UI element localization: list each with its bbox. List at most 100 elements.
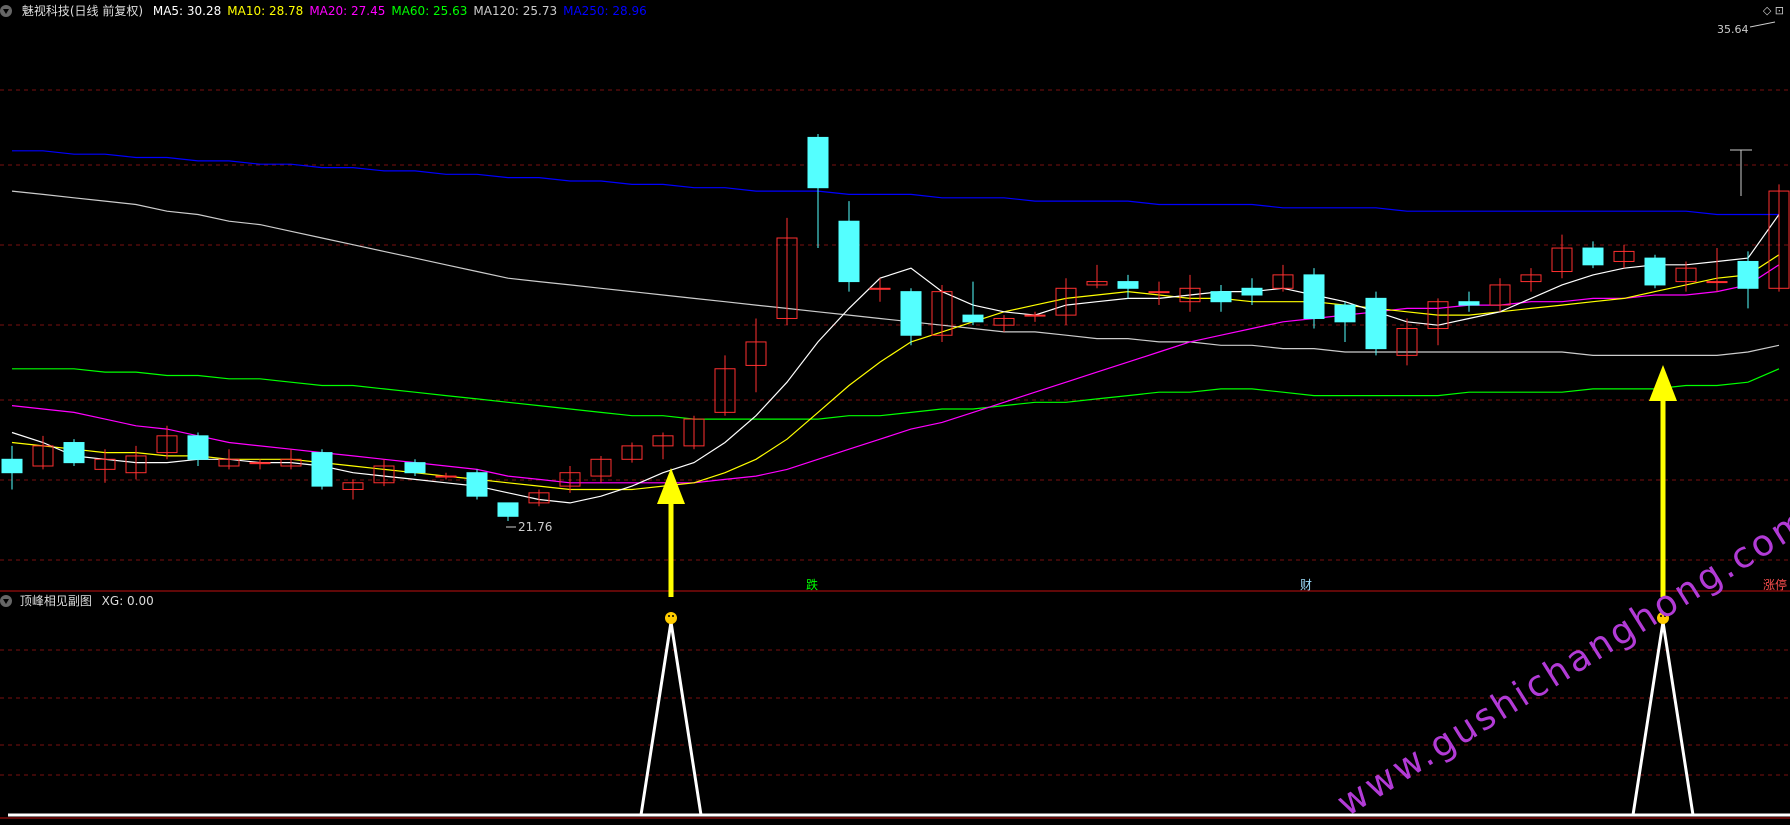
corner-icons[interactable]: ◇ ⊡ [1763, 4, 1784, 17]
candle-body [1706, 281, 1728, 284]
candle [1117, 274, 1139, 299]
sub-legend: 顶峰相见副图 XG: 0.00 [0, 592, 154, 609]
candle [931, 284, 953, 342]
candle [63, 439, 85, 466]
candle [1644, 254, 1666, 289]
candle-body [900, 291, 922, 336]
candle [1365, 291, 1387, 356]
stock-title: 魅视科技(日线 前复权) [21, 4, 144, 18]
candle [869, 278, 891, 302]
candle-body [404, 462, 426, 474]
candle-body [466, 472, 488, 497]
candle [590, 455, 612, 483]
candle-body [1148, 291, 1170, 294]
candle [683, 415, 705, 450]
signal-spike [1631, 621, 1695, 816]
candle [1, 445, 23, 490]
candle-body [1, 458, 23, 474]
candle [1706, 248, 1728, 292]
candle [1613, 244, 1635, 269]
marker-zhangting: 涨停 [1763, 578, 1788, 592]
candle [1427, 298, 1449, 346]
candle-body [249, 462, 271, 465]
ma20-line [11, 264, 1780, 484]
candle-body [1334, 304, 1356, 323]
candle-body [1644, 257, 1666, 286]
candle [1737, 251, 1759, 309]
candle-body [1365, 297, 1387, 350]
marker-die: 跌 [806, 578, 819, 592]
candle [342, 479, 364, 500]
candle-body [1458, 301, 1480, 306]
candle [1551, 234, 1573, 279]
candle [745, 318, 767, 393]
ma250-line [12, 150, 1779, 216]
sub-collapse-toggle-icon[interactable] [0, 595, 12, 607]
candle [900, 288, 922, 346]
ma-legend-item: MA250: 28.96 [563, 4, 647, 18]
candle [621, 442, 643, 463]
ma60-line [12, 368, 1780, 420]
ma10-line [11, 254, 1780, 491]
candle [218, 449, 240, 470]
candle [466, 469, 488, 500]
ma-legend-item: MA10: 28.78 [227, 4, 304, 18]
candle [1768, 184, 1790, 292]
candle-body [311, 452, 333, 487]
candle [1086, 264, 1108, 289]
ma-legend-item: MA120: 25.73 [473, 4, 558, 18]
candles [1, 134, 1790, 521]
candle [652, 432, 674, 460]
high-pointer [1749, 21, 1776, 28]
marker-cai: 财 [1300, 578, 1313, 592]
candle [435, 472, 457, 480]
candle [249, 459, 271, 470]
candle [1675, 261, 1697, 292]
signal-arrow-head [1649, 365, 1677, 401]
candle [1458, 291, 1480, 312]
sub-xg: XG: 0.00 [101, 594, 154, 608]
collapse-toggle-icon[interactable] [0, 5, 12, 17]
signal-face-eye [672, 615, 674, 617]
candle [714, 355, 736, 416]
candle-body [1241, 287, 1263, 296]
candle-body [1737, 260, 1759, 289]
candle [1210, 284, 1232, 312]
ma-legend-item: MA60: 25.63 [391, 4, 468, 18]
high-label: 35.64 [1717, 23, 1749, 36]
main-legend: 魅视科技(日线 前复权) MA5: 30.28 MA10: 28.78 MA20: … [0, 2, 659, 22]
candle-body [1303, 274, 1325, 319]
sub-title: 顶峰相见副图 [19, 594, 92, 608]
signal-face-icon [665, 612, 677, 624]
ma-legend: MA5: 30.28 MA10: 28.78 MA20: 27.45 MA60: 25… [153, 4, 653, 18]
candle [1489, 278, 1511, 312]
candle [1520, 268, 1542, 292]
ma-legend-item: MA20: 27.45 [309, 4, 386, 18]
candle-body [869, 287, 891, 290]
candle-body [1024, 314, 1046, 317]
candle-body [63, 442, 85, 464]
ma-legend-item: MA5: 30.28 [152, 4, 222, 18]
candle [1396, 318, 1418, 366]
candle-body [962, 314, 984, 323]
candle [1334, 301, 1356, 342]
candle-body [1582, 247, 1604, 266]
signal-spike [639, 621, 703, 816]
candle-body [838, 220, 860, 283]
candle [497, 502, 519, 521]
candle-body [435, 475, 457, 478]
candle-body [1210, 291, 1232, 303]
candle [311, 449, 333, 490]
candle [1055, 278, 1077, 326]
candle [962, 281, 984, 326]
candle [280, 449, 302, 470]
candle-body [1117, 281, 1139, 289]
candle [1148, 281, 1170, 306]
candle [838, 201, 860, 292]
candle-body [497, 502, 519, 517]
candle [373, 459, 395, 487]
candle [187, 432, 209, 466]
candle-body [187, 435, 209, 460]
candle [993, 315, 1015, 332]
candle [94, 449, 116, 483]
